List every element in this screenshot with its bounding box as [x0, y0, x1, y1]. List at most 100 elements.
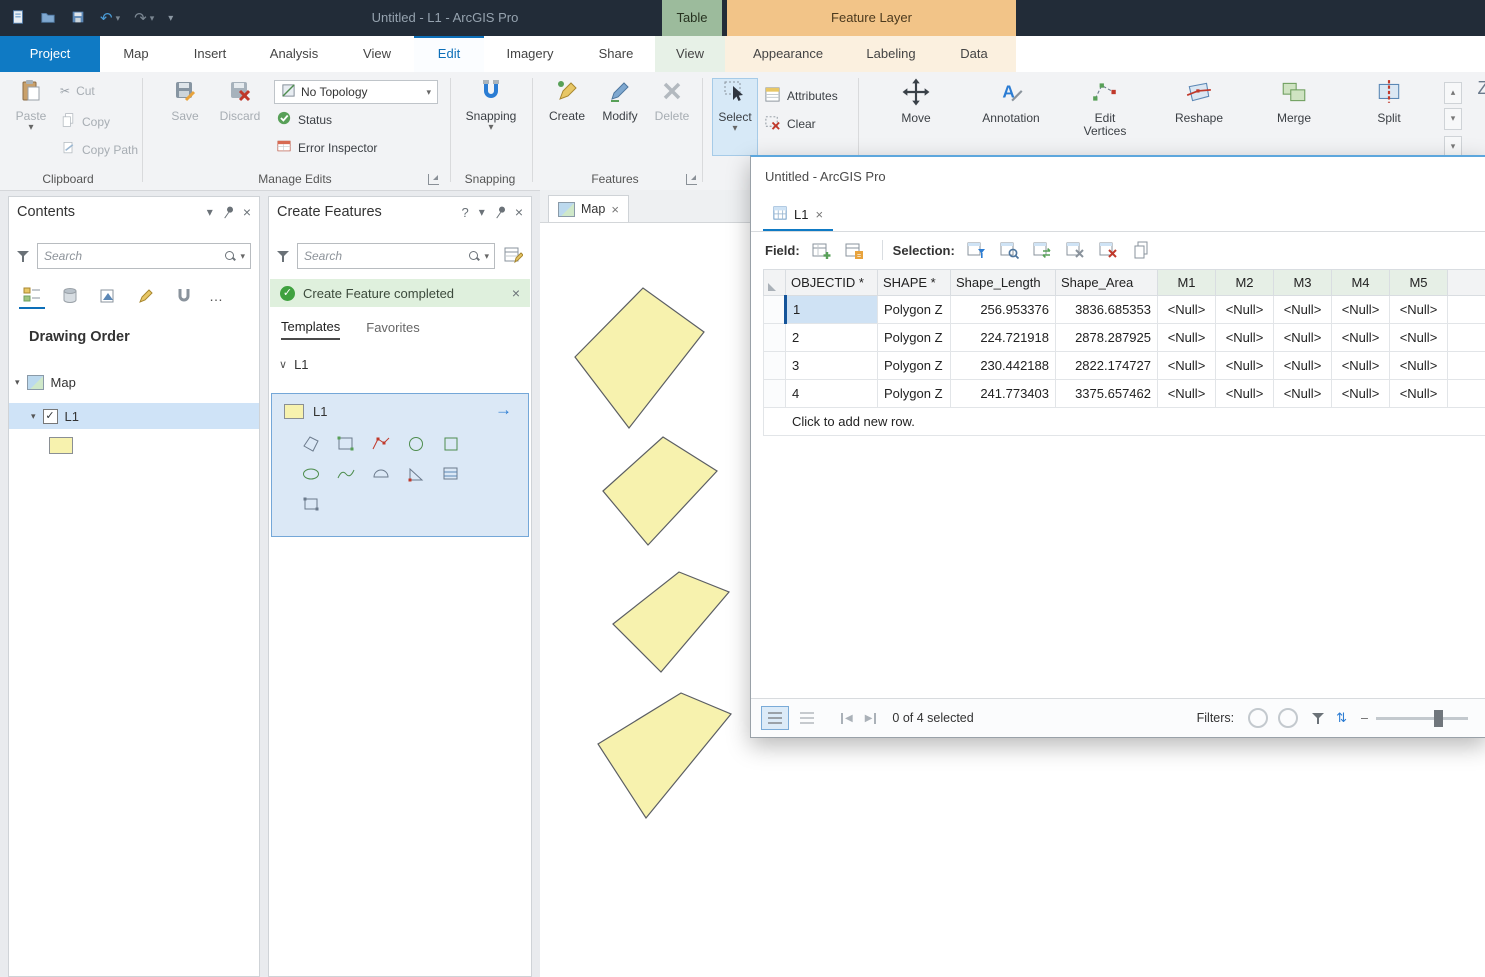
contents-filter-icon[interactable]	[17, 250, 29, 262]
tool-square-icon[interactable]	[438, 432, 464, 456]
row-height-slider[interactable]	[1376, 709, 1468, 727]
tab-appearance[interactable]: Appearance	[733, 36, 843, 72]
banner-close-icon[interactable]: ×	[512, 285, 520, 301]
create-features-filter-icon[interactable]	[277, 250, 289, 262]
zoom-to-selection-icon[interactable]	[997, 240, 1021, 260]
clipped-ribbon-button[interactable]: Z	[1468, 78, 1485, 99]
toc-more-icon[interactable]: …	[209, 288, 224, 304]
map-polygon-1[interactable]	[574, 287, 705, 429]
status-button[interactable]: Status	[276, 110, 332, 129]
l1-visibility-checkbox[interactable]: ✓	[42, 408, 58, 424]
form-view-toggle-icon[interactable]	[793, 706, 821, 730]
copy-button[interactable]: Copy	[60, 112, 110, 131]
tab-labeling[interactable]: Labeling	[843, 36, 939, 72]
map-polygon-4[interactable]	[597, 692, 732, 820]
topology-dropdown[interactable]: No Topology ▾	[274, 80, 438, 104]
tab-share[interactable]: Share	[576, 36, 656, 72]
create-features-menu-caret-icon[interactable]: ▾	[479, 206, 485, 218]
contents-close-icon[interactable]: ×	[243, 205, 251, 219]
delete-button[interactable]: Delete	[650, 78, 694, 123]
list-by-drawing-order-icon[interactable]	[19, 283, 45, 309]
reshape-button[interactable]: Reshape	[1168, 78, 1230, 125]
table-view-toggle-icon[interactable]	[761, 706, 789, 730]
column-header-m5[interactable]: M5	[1389, 269, 1448, 296]
manage-edits-dialog-launcher[interactable]	[428, 174, 439, 185]
table-row[interactable]: 3 Polygon Z 230.442188 2822.174727 <Null…	[763, 351, 1485, 380]
copy-selection-icon[interactable]	[1129, 240, 1153, 260]
features-dialog-launcher[interactable]	[686, 174, 697, 185]
map-polygon-3[interactable]	[612, 571, 730, 673]
tab-edit[interactable]: Edit	[414, 36, 484, 72]
delete-selection-icon[interactable]	[1096, 240, 1120, 260]
qat-redo-button[interactable]: ↷ ▾	[134, 11, 154, 26]
error-inspector-button[interactable]: Error Inspector	[276, 138, 377, 157]
column-header-m2[interactable]: M2	[1215, 269, 1274, 296]
tool-trace-icon[interactable]	[438, 462, 464, 486]
row-selector[interactable]	[763, 379, 786, 408]
move-button[interactable]: Move	[884, 78, 948, 125]
column-header-m3[interactable]: M3	[1273, 269, 1332, 296]
list-by-editing-icon[interactable]	[133, 284, 159, 308]
filter-funnel-icon[interactable]	[1312, 712, 1325, 724]
contents-pin-icon[interactable]	[220, 204, 236, 220]
row-selector[interactable]	[763, 323, 786, 352]
filter-option-2-icon[interactable]	[1278, 708, 1299, 728]
toc-layer-l1-node[interactable]: ▾ ✓ L1	[9, 403, 259, 429]
tab-favorites[interactable]: Favorites	[366, 320, 419, 339]
create-features-search-input[interactable]	[298, 249, 470, 263]
qat-open-project-icon[interactable]	[40, 9, 56, 28]
merge-button[interactable]: Merge	[1263, 78, 1325, 125]
tool-freehand-icon[interactable]	[333, 462, 359, 486]
tool-circle-icon[interactable]	[403, 432, 429, 456]
snapping-button[interactable]: Snapping ▾	[462, 78, 520, 133]
add-new-row[interactable]: Click to add new row.	[763, 407, 1485, 436]
create-features-search-icon[interactable]	[469, 250, 480, 262]
clear-selection-button[interactable]: Clear	[764, 114, 816, 134]
split-button[interactable]: Split	[1358, 78, 1420, 125]
column-header-m1[interactable]: M1	[1157, 269, 1216, 296]
list-by-data-source-icon[interactable]	[57, 284, 83, 308]
column-header-m4[interactable]: M4	[1331, 269, 1390, 296]
annotation-button[interactable]: A Annotation	[978, 78, 1044, 125]
qat-undo-button[interactable]: ↶ ▾	[100, 11, 120, 26]
tab-map[interactable]: Map	[100, 36, 172, 72]
column-header-shape-length[interactable]: Shape_Length	[950, 269, 1056, 296]
contents-search-caret-icon[interactable]: ▾	[240, 251, 245, 262]
clear-table-selection-icon[interactable]	[1063, 240, 1087, 260]
column-header-shape[interactable]: SHAPE *	[877, 269, 951, 296]
tab-imagery[interactable]: Imagery	[484, 36, 576, 72]
table-tab-l1[interactable]: L1 ×	[763, 200, 834, 231]
ribbon-scroll-down-button[interactable]: ▾	[1444, 108, 1462, 130]
discard-edits-button[interactable]: Discard	[214, 78, 266, 123]
qat-new-project-icon[interactable]	[10, 9, 26, 28]
slider-handle[interactable]	[1434, 709, 1443, 727]
tab-analysis[interactable]: Analysis	[248, 36, 340, 72]
tab-insert[interactable]: Insert	[172, 36, 248, 72]
sort-toggle-icon[interactable]: ⇅	[1336, 710, 1347, 726]
tab-project[interactable]: Project	[0, 36, 100, 72]
calculate-field-icon[interactable]: =	[842, 240, 866, 260]
zoom-out-icon[interactable]: –	[1361, 711, 1368, 725]
tab-templates[interactable]: Templates	[281, 319, 341, 340]
edit-vertices-button[interactable]: Edit Vertices	[1074, 78, 1136, 138]
add-field-icon[interactable]	[809, 240, 833, 260]
row-selector[interactable]	[763, 351, 786, 380]
list-by-snapping-icon[interactable]	[171, 284, 197, 308]
tool-rectangle-icon[interactable]	[333, 432, 359, 456]
column-header-shape-area[interactable]: Shape_Area	[1055, 269, 1158, 296]
tool-polygon-icon[interactable]	[298, 432, 324, 456]
l1-node-expander-icon[interactable]: ▾	[31, 411, 36, 422]
last-record-icon[interactable]: ▶	[865, 712, 877, 724]
cut-button[interactable]: ✂ Cut	[60, 84, 95, 98]
tool-semicircle-icon[interactable]	[368, 462, 394, 486]
template-active-arrow-icon[interactable]: →	[495, 400, 512, 420]
table-tab-close-icon[interactable]: ×	[815, 207, 823, 222]
attributes-button[interactable]: Attributes	[764, 86, 838, 106]
tab-data[interactable]: Data	[939, 36, 1009, 72]
template-card-l1[interactable]: L1 →	[271, 393, 529, 537]
create-features-help-icon[interactable]: ?	[462, 206, 469, 219]
tab-table-view[interactable]: View	[655, 36, 725, 72]
first-record-icon[interactable]: ◀	[841, 712, 853, 724]
list-by-visibility-icon[interactable]	[95, 284, 121, 308]
ribbon-scroll-up-button[interactable]: ▴	[1444, 82, 1462, 104]
